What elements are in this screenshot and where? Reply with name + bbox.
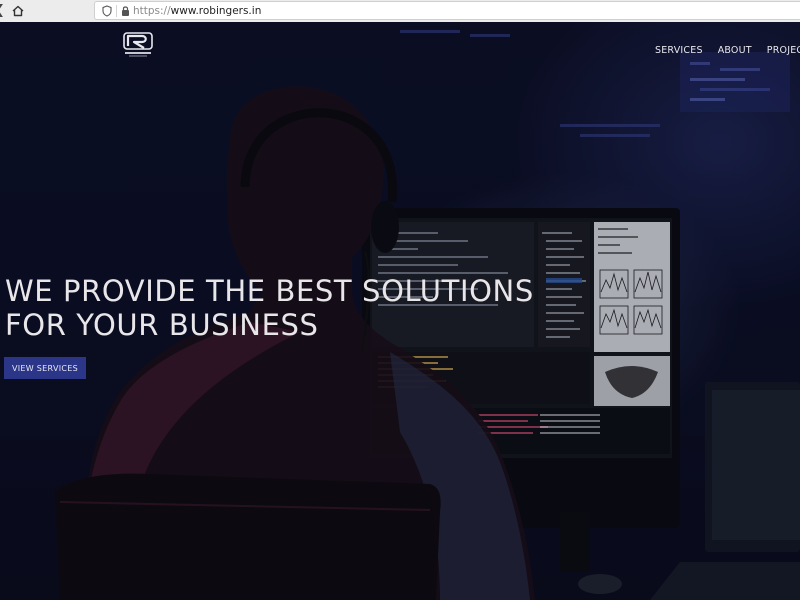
hero-section: SERVICES ABOUT PROJECTS WE PROVIDE THE BES…: [0, 22, 800, 600]
home-icon[interactable]: [11, 4, 25, 18]
browser-toolbar: ❮ https://www.robingers.in: [0, 0, 800, 23]
main-nav: SERVICES ABOUT PROJECTS: [655, 38, 800, 57]
shield-icon[interactable]: [102, 5, 112, 17]
url-text[interactable]: https://www.robingers.in: [133, 4, 261, 18]
address-bar[interactable]: https://www.robingers.in: [94, 1, 800, 20]
nav-link-about[interactable]: ABOUT: [718, 45, 752, 56]
hero-headline: WE PROVIDE THE BEST SOLUTIONS FOR YOUR B…: [5, 274, 534, 342]
url-protocol: https://: [133, 5, 171, 17]
url-host: www.robingers.in: [170, 5, 262, 17]
back-arrow-icon[interactable]: ❮: [0, 3, 6, 19]
url-separator: [116, 5, 117, 17]
nav-link-services[interactable]: SERVICES: [655, 45, 703, 56]
hero-headline-line-1: WE PROVIDE THE BEST SOLUTIONS: [5, 274, 534, 308]
lock-icon[interactable]: [121, 5, 130, 17]
view-services-button[interactable]: VIEW SERVICES: [4, 357, 86, 379]
robingers-logo-icon[interactable]: [122, 32, 154, 58]
hero-headline-line-2: FOR YOUR BUSINESS: [5, 308, 319, 342]
nav-link-projects[interactable]: PROJECTS: [767, 45, 800, 56]
